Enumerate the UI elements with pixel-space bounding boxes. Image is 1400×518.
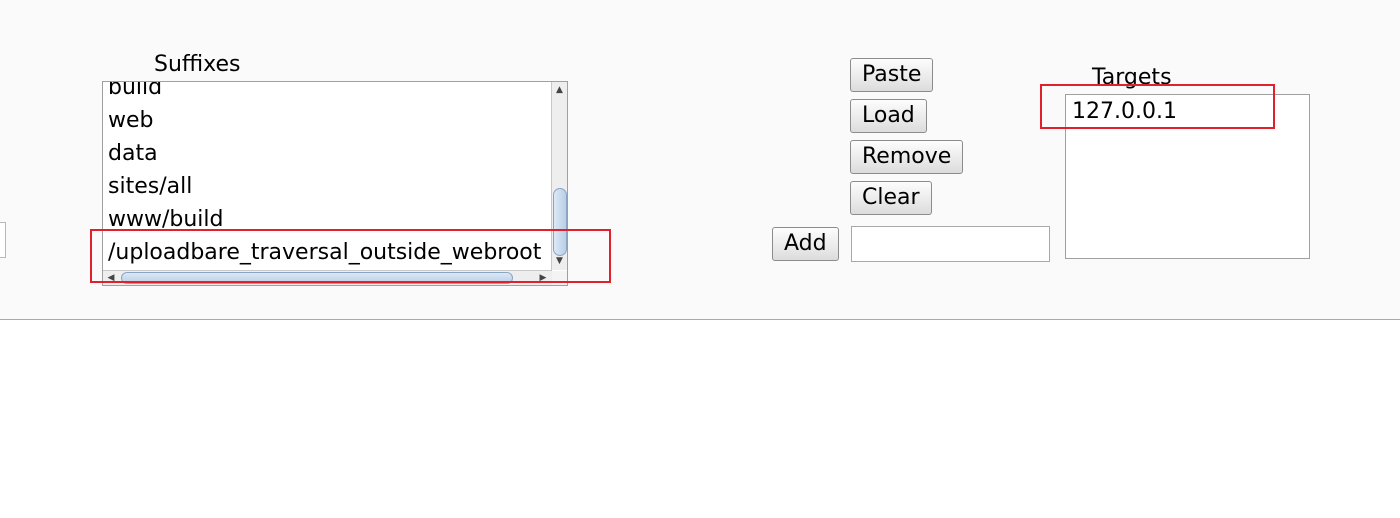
highlight-box-suffix: [90, 229, 611, 283]
remove-button[interactable]: Remove: [850, 140, 964, 174]
add-button[interactable]: Add: [772, 227, 839, 261]
scroll-up-icon[interactable]: ▲: [553, 84, 566, 96]
list-item[interactable]: sites/all: [108, 170, 541, 203]
add-target-input[interactable]: [851, 226, 1050, 262]
settings-panel: Suffixes build web data sites/all www/bu…: [0, 0, 1400, 320]
truncated-left-control[interactable]: [0, 222, 6, 258]
clear-button[interactable]: Clear: [850, 181, 932, 215]
list-item[interactable]: build: [108, 82, 541, 104]
list-item[interactable]: data: [108, 137, 541, 170]
paste-button[interactable]: Paste: [850, 58, 934, 92]
list-item[interactable]: web: [108, 104, 541, 137]
highlight-box-target: [1040, 84, 1275, 129]
load-button[interactable]: Load: [850, 99, 927, 133]
suffixes-label: Suffixes: [154, 52, 241, 77]
